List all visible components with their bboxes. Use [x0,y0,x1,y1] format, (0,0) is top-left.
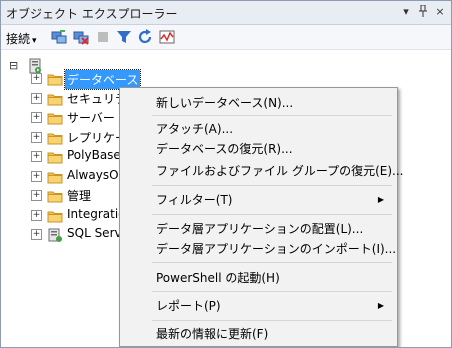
collapse-icon[interactable]: ⊟ [9,60,18,71]
menu-item[interactable]: PowerShell の起動(H) [122,268,394,288]
submenu-arrow-icon: ▶ [377,301,384,310]
pin-icon[interactable] [416,4,430,19]
menu-item-label: PowerShell の起動(H) [156,271,280,285]
expand-icon[interactable]: + [31,151,42,162]
tree-item-label: SQL Serv [67,226,122,240]
folder-icon [47,94,63,106]
menu-item[interactable]: ファイルおよびファイル グループの復元(E)... [122,161,404,181]
submenu-arrow-icon: ▶ [377,195,384,204]
connect-label: 接続 [6,32,31,46]
folder-icon [47,211,63,223]
folder-icon [47,133,63,145]
menu-item-label: データベースの復元(R)... [156,142,293,156]
expand-icon[interactable]: + [31,93,42,104]
menu-item[interactable]: アタッチ(A)... [122,119,394,139]
menu-item-label: データ層アプリケーションのインポート(I)... [156,242,397,256]
toolbar: 接続 ▾ [1,25,451,50]
menu-separator [152,115,392,116]
stop-icon[interactable] [95,29,111,45]
expand-icon[interactable]: + [31,190,42,201]
expand-icon[interactable]: + [31,132,42,143]
menu-separator [152,291,392,292]
menu-separator [152,262,392,263]
context-menu: 新しいデータベース(N)... アタッチ(A)... データベースの復元(R)...… [119,87,404,347]
folder-icon [47,191,63,203]
expand-icon[interactable]: + [31,112,42,123]
folder-icon [47,74,63,86]
menu-item-label: 最新の情報に更新(F) [156,327,269,341]
menu-item-label: ファイルおよびファイル グループの復元(E)... [156,164,404,178]
folder-icon [47,172,63,184]
menu-item-label: アタッチ(A)... [156,122,234,136]
activity-monitor-icon[interactable] [159,29,175,45]
sql-agent-icon [48,228,62,242]
connect-button[interactable]: 接続 ▾ [6,30,37,47]
expand-icon[interactable]: + [31,229,42,240]
title-bar: オブジェクト エクスプローラー ▾ × [1,1,451,25]
refresh-icon[interactable] [137,29,153,45]
panel-title: オブジェクト エクスプローラー [6,7,178,21]
menu-separator [152,185,392,186]
menu-item[interactable]: レポート(P) ▶ [122,296,394,316]
menu-item-label: データ層アプリケーションの配置(L)... [156,222,364,236]
expand-icon[interactable]: + [31,210,42,221]
disconnect-icon[interactable] [73,29,89,45]
tree-item-label: 管理 [67,189,92,203]
window-position-dropdown-icon[interactable]: ▾ [399,5,413,19]
tree-item-label: PolyBase [67,148,121,162]
filter-icon[interactable] [116,29,132,45]
expand-icon[interactable]: + [31,73,42,84]
menu-item[interactable]: データ層アプリケーションのインポート(I)... [122,239,397,259]
menu-item[interactable]: 最新の情報に更新(F) [122,324,394,344]
connect-object-explorer-icon[interactable] [51,29,67,45]
menu-item-label: レポート(P) [156,299,221,313]
menu-item[interactable]: 新しいデータベース(N)... [122,93,394,113]
object-explorer-panel: オブジェクト エクスプローラー ▾ × 接続 ▾ ⊟ + データベース + セキ… [0,0,452,348]
tree-item[interactable]: + データベース [31,69,142,90]
menu-item[interactable]: データベースの復元(R)... [122,139,394,159]
expand-icon[interactable]: + [31,171,42,182]
menu-separator [152,214,392,215]
close-icon[interactable]: × [433,5,447,19]
menu-item-label: フィルター(T) [156,193,233,207]
menu-item-label: 新しいデータベース(N)... [156,96,294,110]
menu-item[interactable]: データ層アプリケーションの配置(L)... [122,219,394,239]
tree-item-label: AlwaysOn [67,168,127,182]
menu-item[interactable]: フィルター(T) ▶ [122,190,394,210]
chevron-down-icon: ▾ [32,36,37,46]
menu-separator [152,320,392,321]
folder-icon [47,152,63,164]
folder-icon [47,113,63,125]
